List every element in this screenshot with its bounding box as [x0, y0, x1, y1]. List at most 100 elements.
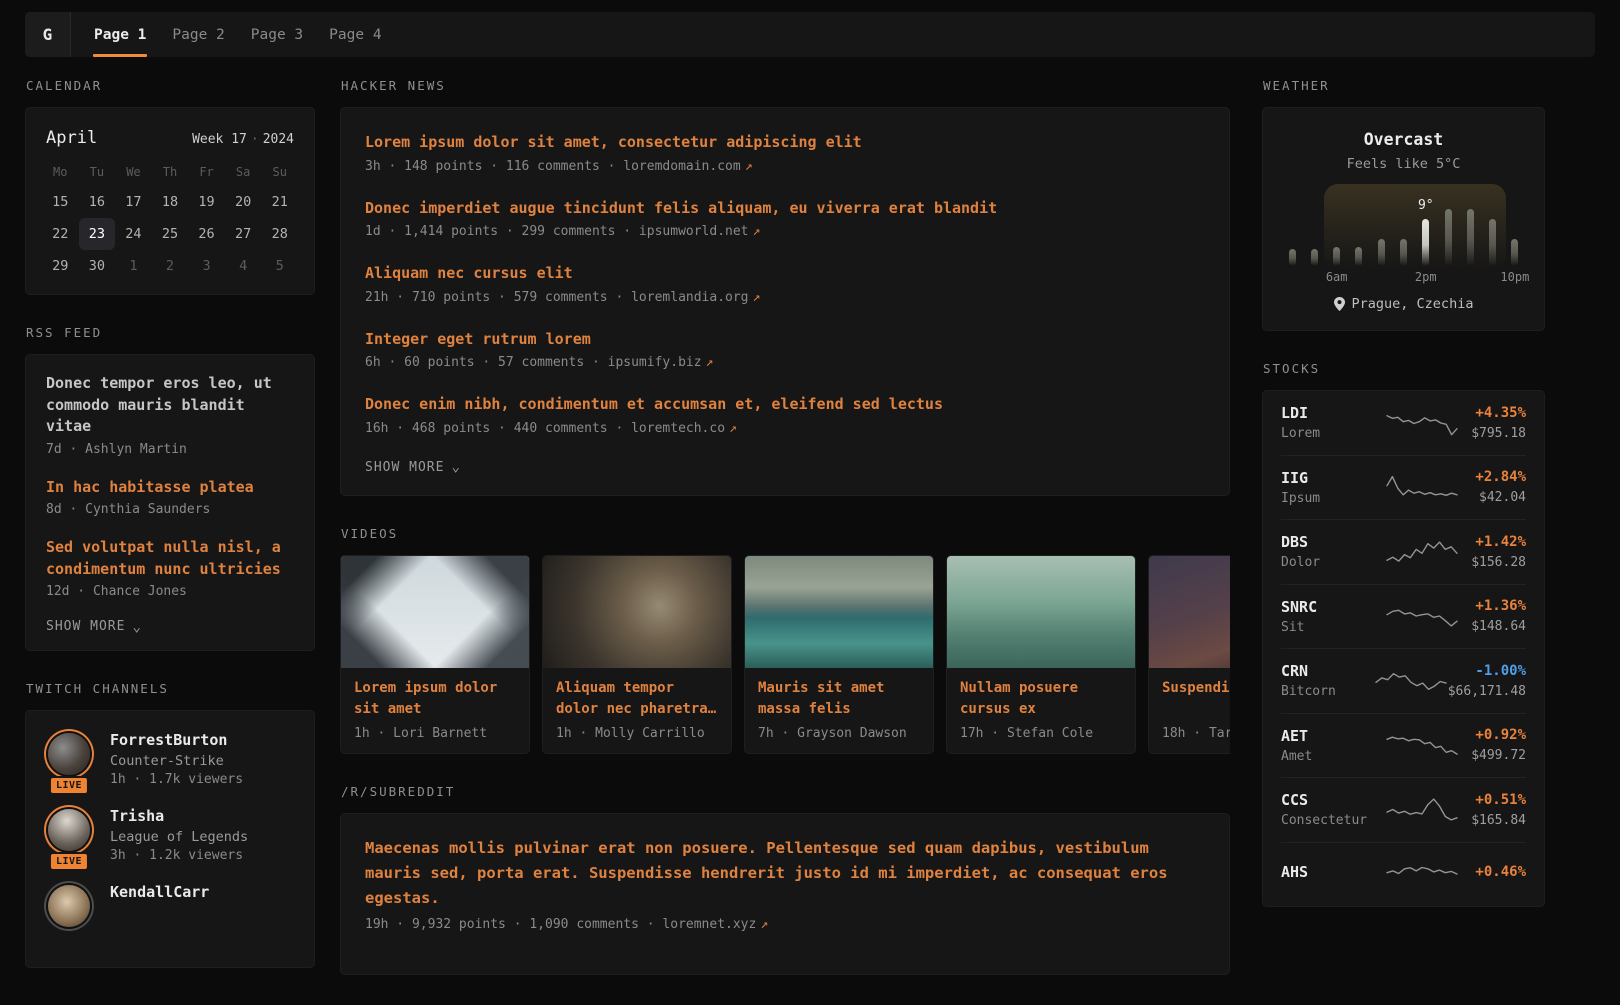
rss-show-more-button[interactable]: SHOW MORE ⌄	[46, 619, 294, 634]
stock-name: Amet	[1281, 749, 1385, 764]
day-cell: 27	[225, 218, 262, 250]
stock-price: $156.28	[1471, 555, 1526, 570]
temp-bar	[1333, 247, 1340, 266]
video-card[interactable]: Suspendisse diam 18h · Tara	[1148, 555, 1230, 754]
stocks-card: LDI Lorem +4.35% $795.18 IIG Ipsum	[1262, 390, 1545, 907]
external-link-icon[interactable]: ↗	[729, 421, 737, 436]
videos-row: Lorem ipsum dolor sit amet consectetu… 1…	[340, 555, 1230, 754]
rss-item-title[interactable]: Sed volutpat nulla nisl, a condimentum n…	[46, 537, 294, 580]
stock-name: Dolor	[1281, 555, 1385, 570]
channel-name[interactable]: Trisha	[110, 807, 248, 826]
channel-name[interactable]: ForrestBurton	[110, 731, 243, 750]
stock-price: $148.64	[1471, 619, 1526, 634]
stock-id: SNRC Sit	[1281, 598, 1385, 635]
stock-ticker[interactable]: CRN	[1281, 662, 1374, 680]
reddit-item-title[interactable]: Maecenas mollis pulvinar erat non posuer…	[365, 836, 1205, 911]
rss-item: In hac habitasse platea 8d · Cynthia Sau…	[46, 477, 294, 518]
week-number: Week 17	[192, 132, 247, 147]
hn-show-more-button[interactable]: SHOW MORE ⌄	[365, 460, 1205, 475]
stock-row[interactable]: AHS +0.46%	[1281, 842, 1526, 907]
twitch-channel[interactable]: KendallCarr	[46, 883, 294, 927]
stock-name: Bitcorn	[1281, 684, 1374, 699]
videos-widget: VIDEOS Lorem ipsum dolor sit amet consec…	[340, 526, 1230, 754]
video-body: Lorem ipsum dolor sit amet consectetu… 1…	[341, 668, 529, 753]
calendar-days: 15 16 17 18 19 20 21 22 23 24 25 26 27 2…	[42, 186, 298, 282]
stock-ticker[interactable]: DBS	[1281, 533, 1385, 551]
calendar-card: April Week 17·2024 Mo Tu We Th Fr Sa Su …	[25, 107, 315, 295]
stock-row[interactable]: SNRC Sit +1.36% $148.64	[1281, 584, 1526, 649]
hn-item-title[interactable]: Integer eget rutrum lorem	[365, 329, 1205, 351]
video-thumbnail[interactable]	[1149, 556, 1230, 668]
calendar-header: April Week 17·2024	[46, 128, 294, 148]
video-card[interactable]: Nullam posuere cursus ex 17h · Stefan Co…	[946, 555, 1136, 754]
rss-item-title[interactable]: Donec tempor eros leo, ut commodo mauris…	[46, 373, 294, 438]
weather-location-row: Prague, Czechia	[1281, 296, 1526, 312]
day-cell: 29	[42, 250, 79, 282]
weather-widget: WEATHER Overcast Feels like 5°C 9°6am2pm…	[1262, 78, 1545, 331]
avatar-wrap: LIVE	[46, 733, 92, 787]
stock-ticker[interactable]: LDI	[1281, 404, 1385, 422]
stock-row[interactable]: CRN Bitcorn -1.00% $66,171.48	[1281, 648, 1526, 713]
external-link-icon[interactable]: ↗	[753, 224, 761, 239]
video-title[interactable]: Mauris sit amet massa felis	[758, 678, 920, 720]
stock-row[interactable]: IIG Ipsum +2.84% $42.04	[1281, 455, 1526, 520]
video-card[interactable]: Mauris sit amet massa felis 7h · Grayson…	[744, 555, 934, 754]
stock-ticker[interactable]: CCS	[1281, 791, 1385, 809]
twitch-channel[interactable]: LIVE ForrestBurton Counter-Strike 1h · 1…	[46, 731, 294, 787]
channel-name[interactable]: KendallCarr	[110, 883, 209, 902]
stock-row[interactable]: CCS Consectetur +0.51% $165.84	[1281, 777, 1526, 842]
video-title[interactable]: Aliquam tempor dolor nec pharetra…	[556, 678, 718, 720]
weekday-label: Tu	[79, 158, 116, 186]
rss-item-title[interactable]: In hac habitasse platea	[46, 477, 294, 499]
tab-page-3[interactable]: Page 3	[250, 12, 304, 57]
day-cell: 25	[152, 218, 189, 250]
video-thumbnail[interactable]	[341, 556, 529, 668]
video-thumbnail[interactable]	[745, 556, 933, 668]
hn-meta-text: 21h · 710 points · 579 comments · loreml…	[365, 290, 749, 305]
video-title[interactable]: Nullam posuere cursus ex	[960, 678, 1122, 720]
stock-row[interactable]: LDI Lorem +4.35% $795.18	[1281, 391, 1526, 455]
external-link-icon[interactable]: ↗	[706, 355, 714, 370]
stock-ticker[interactable]: AET	[1281, 727, 1385, 745]
stock-ticker[interactable]: SNRC	[1281, 598, 1385, 616]
video-title[interactable]: Suspendisse diam	[1162, 678, 1230, 720]
external-link-icon[interactable]: ↗	[745, 159, 753, 174]
reddit-meta-text: 19h · 9,932 points · 1,090 comments · lo…	[365, 917, 756, 932]
video-body: Nullam posuere cursus ex 17h · Stefan Co…	[947, 668, 1135, 753]
day-cell: 24	[115, 218, 152, 250]
app-logo[interactable]: G	[25, 12, 71, 57]
external-link-icon[interactable]: ↗	[760, 917, 768, 932]
stock-id: AHS	[1281, 863, 1385, 885]
video-meta: 17h · Stefan Cole	[960, 726, 1122, 741]
video-card[interactable]: Lorem ipsum dolor sit amet consectetu… 1…	[340, 555, 530, 754]
left-column: CALENDAR April Week 17·2024 Mo Tu We Th …	[25, 78, 315, 998]
twitch-channel[interactable]: LIVE Trisha League of Legends 3h · 1.2k …	[46, 807, 294, 863]
stock-price: $42.04	[1475, 490, 1526, 505]
hn-item-title[interactable]: Aliquam nec cursus elit	[365, 263, 1205, 285]
stock-row[interactable]: DBS Dolor +1.42% $156.28	[1281, 519, 1526, 584]
external-link-icon[interactable]: ↗	[753, 290, 761, 305]
video-title[interactable]: Lorem ipsum dolor sit amet consectetu…	[354, 678, 516, 720]
hn-item-title[interactable]: Donec imperdiet augue tincidunt felis al…	[365, 198, 1205, 220]
tab-page-4[interactable]: Page 4	[328, 12, 382, 57]
hn-item: Donec enim nibh, condimentum et accumsan…	[365, 394, 1205, 436]
hackernews-card: Lorem ipsum dolor sit amet, consectetur …	[340, 107, 1230, 496]
stock-ticker[interactable]: AHS	[1281, 863, 1385, 881]
temp-bar	[1467, 209, 1474, 266]
current-hour-bar	[1422, 219, 1429, 266]
hn-item-title[interactable]: Donec enim nibh, condimentum et accumsan…	[365, 394, 1205, 416]
video-card[interactable]: Aliquam tempor dolor nec pharetra… 1h · …	[542, 555, 732, 754]
video-thumbnail[interactable]	[947, 556, 1135, 668]
day-cell: 17	[115, 186, 152, 218]
stock-ticker[interactable]: IIG	[1281, 469, 1385, 487]
tab-page-2[interactable]: Page 2	[171, 12, 225, 57]
stock-row[interactable]: AET Amet +0.92% $499.72	[1281, 713, 1526, 778]
stock-sparkline	[1385, 537, 1459, 567]
hn-item-title[interactable]: Lorem ipsum dolor sit amet, consectetur …	[365, 132, 1205, 154]
twitch-section-label: TWITCH CHANNELS	[26, 681, 315, 696]
hn-item-meta: 16h · 468 points · 440 comments · loremt…	[365, 421, 1205, 436]
stock-sparkline	[1385, 408, 1459, 438]
tab-page-1[interactable]: Page 1	[93, 12, 147, 57]
stock-id: AET Amet	[1281, 727, 1385, 764]
video-thumbnail[interactable]	[543, 556, 731, 668]
